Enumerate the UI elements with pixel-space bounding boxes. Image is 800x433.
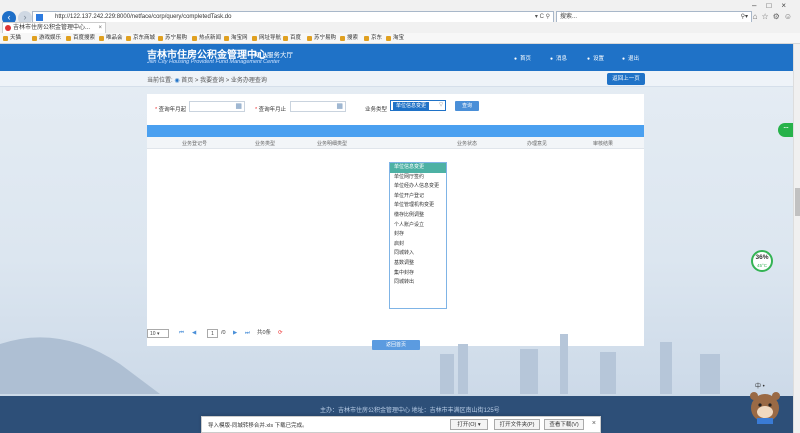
- dropdown-option[interactable]: 启封: [390, 240, 446, 250]
- favorite-item[interactable]: 网址导航: [252, 34, 281, 43]
- back-button[interactable]: 返回上一页: [607, 73, 645, 85]
- favorite-item[interactable]: 唯品会: [99, 34, 123, 43]
- column-header: 办理意见: [527, 141, 548, 147]
- business-type-dropdown: 单位信息变更 单位网厅签约 单位经办人信息变更 单位开户登记 单位管理机构变更 …: [389, 162, 447, 309]
- dropdown-option[interactable]: 同城转入: [390, 249, 446, 259]
- city-skyline-background: [0, 334, 720, 394]
- dropdown-option[interactable]: 封存: [390, 230, 446, 240]
- column-header: 业务状态: [457, 141, 478, 147]
- breadcrumb-prefix: 当前位置:: [147, 78, 173, 84]
- browser-toolbar: –□× ‹ › http://122.137.242.229:8000/netf…: [0, 0, 800, 25]
- chevron-down-icon: ▽: [439, 102, 443, 108]
- gauge-percent: 36%: [755, 254, 769, 261]
- site-header: 吉林市住房公积金管理中心 网上服务大厅 Jilin City Housing P…: [0, 44, 793, 71]
- address-url: http://122.137.242.229:8000/netface/corp…: [55, 14, 232, 20]
- business-type-label: 业务类型: [365, 107, 388, 113]
- table-title-bar: [147, 125, 644, 137]
- tab-bar: 吉林市住房公积金管理中心... ×: [0, 22, 800, 33]
- tab-close-icon[interactable]: ×: [98, 23, 102, 33]
- favorite-item[interactable]: 淘宝: [386, 34, 404, 43]
- dropdown-option[interactable]: 缴存比例调整: [390, 211, 446, 221]
- search-placeholder: 搜索...: [560, 14, 578, 20]
- scrollbar-thumb[interactable]: [795, 188, 800, 216]
- favorite-item[interactable]: 游戏娱乐: [32, 34, 61, 43]
- table-header: 业务登记号 业务类型 业务明细类型 业务状态 办理意见 审核结果: [147, 137, 644, 149]
- favorite-item[interactable]: 京东: [364, 34, 382, 43]
- window-controls[interactable]: –□×: [752, 1, 796, 10]
- favorite-item[interactable]: 搜索: [340, 34, 358, 43]
- start-date-label: * 查询年月起: [155, 107, 187, 113]
- dropdown-option[interactable]: 单位开户登记: [390, 192, 446, 202]
- column-header: 业务类型: [255, 141, 276, 147]
- favorite-item[interactable]: 天猫: [3, 34, 21, 43]
- download-message: 导入模版-同城转移合并.xls 下载已完成。: [208, 423, 308, 429]
- download-notification: 导入模版-同城转移合并.xls 下载已完成。 打开(O) ▾ 打开文件夹(P) …: [201, 416, 601, 433]
- start-date-input[interactable]: [189, 101, 245, 112]
- footer-text: 主办：吉林市住房公积金管理中心 地址：吉林市丰满区南山街125号: [320, 408, 500, 414]
- dropdown-option[interactable]: 同城转出: [390, 278, 446, 288]
- browser-tool-icons[interactable]: ⌂☆⚙☺: [753, 12, 796, 21]
- browser-tab[interactable]: 吉林市住房公积金管理中心... ×: [2, 22, 106, 33]
- wifi-icon[interactable]: ⌔: [778, 123, 793, 137]
- breadcrumb-path[interactable]: 首页 > 我要查询 > 业务办理查询: [181, 78, 267, 84]
- favorite-item[interactable]: 热点新闻: [192, 34, 221, 43]
- favorite-item[interactable]: 淘宝网: [224, 34, 248, 43]
- close-icon[interactable]: ×: [592, 420, 596, 427]
- dropdown-option[interactable]: 单位经办人信息变更: [390, 182, 446, 192]
- open-folder-button[interactable]: 打开文件夹(P): [494, 419, 540, 430]
- business-type-value: 单位信息变更: [393, 102, 430, 110]
- bear-label: 中 •: [755, 382, 765, 390]
- nav-settings[interactable]: 设置: [587, 54, 604, 62]
- gauge-temperature: 45°C: [756, 263, 768, 268]
- nav-home[interactable]: 首页: [514, 54, 531, 62]
- column-header: 审核结果: [593, 141, 614, 147]
- refresh-icon[interactable]: ▾ C ⚲: [535, 12, 550, 22]
- favorite-item[interactable]: 苏宁易购: [158, 34, 187, 43]
- bear-mascot-icon[interactable]: 中 •: [745, 382, 785, 426]
- dropdown-option[interactable]: 单位网厅签约: [390, 173, 446, 183]
- view-downloads-button[interactable]: 查看下载(V): [544, 419, 584, 430]
- site-title-en: Jilin City Housing Provident Fund Manage…: [147, 59, 280, 65]
- dropdown-option[interactable]: 集中封存: [390, 269, 446, 279]
- dropdown-option[interactable]: 个人账户设立: [390, 221, 446, 231]
- search-icon[interactable]: ⚲▾: [741, 12, 748, 22]
- breadcrumb: 当前位置: ◉ 首页 > 我要查询 > 业务办理查询: [147, 75, 267, 84]
- column-header: 业务明细类型: [317, 141, 348, 147]
- dropdown-option[interactable]: 基数调整: [390, 259, 446, 269]
- nav-logout[interactable]: 退出: [622, 54, 639, 62]
- page-scrollbar[interactable]: [793, 44, 800, 433]
- favorite-item[interactable]: 百度: [283, 34, 301, 43]
- site-favicon-icon: [36, 14, 43, 21]
- favorite-item[interactable]: 百度搜索: [66, 34, 95, 43]
- end-date-label: * 查询年月止: [255, 107, 287, 113]
- query-panel: * 查询年月起 * 查询年月止 业务类型 单位信息变更 ▽ 查询 业务登记号 业…: [147, 94, 644, 350]
- page-content: 吉林市住房公积金管理中心 网上服务大厅 Jilin City Housing P…: [0, 44, 793, 433]
- site-subtitle: 网上服务大厅: [254, 52, 293, 59]
- tab-favicon-icon: [5, 25, 11, 31]
- tab-title: 吉林市住房公积金管理中心...: [13, 25, 91, 31]
- favorite-item[interactable]: 京东商城: [126, 34, 155, 43]
- favorites-bar: 天猫 游戏娱乐 百度搜索 唯品会 京东商城 苏宁易购 热点新闻 淘宝网 网址导航…: [0, 33, 800, 44]
- nav-messages[interactable]: 消息: [550, 54, 567, 62]
- end-date-input[interactable]: [290, 101, 346, 112]
- column-header: 业务登记号: [182, 141, 208, 147]
- open-file-button[interactable]: 打开(O) ▾: [450, 419, 488, 430]
- favorite-item[interactable]: 苏宁易购: [307, 34, 336, 43]
- business-type-select[interactable]: 单位信息变更 ▽: [390, 100, 446, 111]
- dropdown-option[interactable]: 单位管理机构变更: [390, 201, 446, 211]
- query-button[interactable]: 查询: [455, 101, 479, 111]
- system-monitor-gauge[interactable]: 36% 45°C: [751, 250, 773, 272]
- breadcrumb-bar: 当前位置: ◉ 首页 > 我要查询 > 业务办理查询 返回上一页: [0, 71, 793, 87]
- dropdown-option[interactable]: 单位信息变更: [390, 163, 446, 173]
